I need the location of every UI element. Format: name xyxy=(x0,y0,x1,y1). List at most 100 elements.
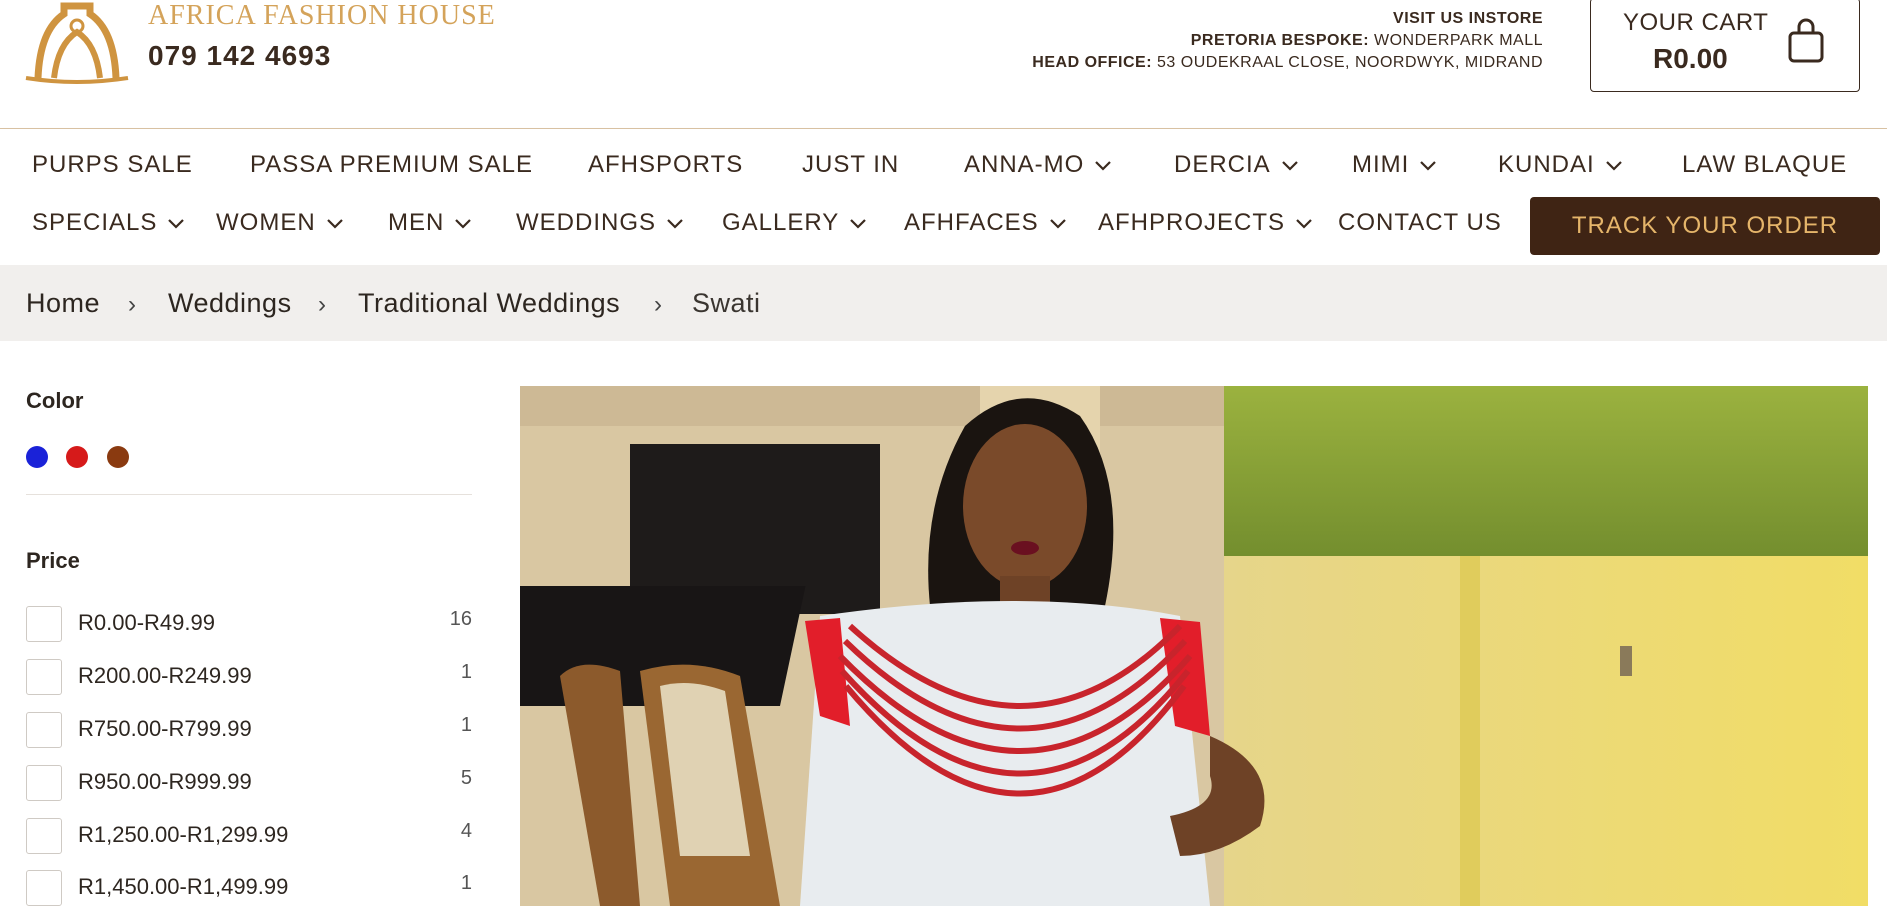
price-checkbox[interactable] xyxy=(26,870,62,906)
nav-just-in[interactable]: JUST IN xyxy=(802,151,899,179)
filter-divider xyxy=(26,494,472,495)
price-range-label: R750.00-R799.99 xyxy=(78,716,252,741)
pretoria-line: PRETORIA BESPOKE: WONDERPARK MALL xyxy=(1032,30,1543,52)
nav-label: AFHSPORTS xyxy=(588,151,744,178)
price-range-label: R0.00-R49.99 xyxy=(78,610,215,635)
price-checkbox[interactable] xyxy=(26,712,62,748)
chevron-down-icon xyxy=(1049,219,1066,229)
price-count: 1 xyxy=(460,714,472,736)
price-option[interactable]: R750.00-R799.99 1 xyxy=(26,708,472,748)
nav-label: GALLERY xyxy=(722,209,840,236)
price-checkbox[interactable] xyxy=(26,818,62,854)
visit-instore: VISIT US INSTORE xyxy=(1393,10,1543,27)
nav-purps-sale[interactable]: PURPS SALE xyxy=(32,151,193,179)
nav-label: LAW BLAQUE xyxy=(1682,151,1848,178)
nav-label: AFHFACES xyxy=(904,209,1039,236)
nav-specials[interactable]: SPECIALS xyxy=(32,209,185,237)
brand-name[interactable]: AFRICA FASHION HOUSE xyxy=(148,0,496,32)
breadcrumb-traditional-weddings[interactable]: Traditional Weddings xyxy=(358,288,620,319)
nav-afhfaces[interactable]: AFHFACES xyxy=(904,209,1067,237)
price-range-label: R1,250.00-R1,299.99 xyxy=(78,822,289,847)
breadcrumb-separator-icon: › xyxy=(654,291,662,318)
nav-kundai[interactable]: KUNDAI xyxy=(1498,151,1623,179)
nav-label: CONTACT US xyxy=(1338,209,1502,236)
price-range-label: R950.00-R999.99 xyxy=(78,769,252,794)
breadcrumb-home[interactable]: Home xyxy=(26,288,100,319)
chevron-down-icon xyxy=(168,219,185,229)
logo-icon[interactable] xyxy=(24,0,130,84)
nav-label: SPECIALS xyxy=(32,209,158,236)
price-range-label: R200.00-R249.99 xyxy=(78,663,252,688)
phone-number[interactable]: 079 142 4693 xyxy=(148,40,331,72)
shopping-bag-icon xyxy=(1788,18,1824,63)
nav-anna-mo[interactable]: ANNA-MO xyxy=(964,151,1112,179)
product-photo-illustration xyxy=(520,386,1868,906)
track-order-button[interactable]: TRACK YOUR ORDER xyxy=(1530,197,1880,255)
nav-label: KUNDAI xyxy=(1498,151,1595,178)
price-count: 1 xyxy=(460,872,472,894)
price-checkbox[interactable] xyxy=(26,765,62,801)
nav-label: PASSA PREMIUM SALE xyxy=(250,151,533,178)
nav-afhprojects[interactable]: AFHPROJECTS xyxy=(1098,209,1313,237)
nav-label: MIMI xyxy=(1352,151,1410,178)
price-count: 4 xyxy=(460,820,472,842)
store-info: VISIT US INSTORE PRETORIA BESPOKE: WONDE… xyxy=(1032,8,1543,74)
office-value: 53 OUDEKRAAL CLOSE, NOORDWYK, MIDRAND xyxy=(1157,54,1543,71)
price-checkbox[interactable] xyxy=(26,606,62,642)
nav-passa-premium-sale[interactable]: PASSA PREMIUM SALE xyxy=(250,151,533,179)
cart-total: R0.00 xyxy=(1653,43,1728,74)
cart-label: YOUR CART xyxy=(1623,9,1769,36)
price-option[interactable]: R1,250.00-R1,299.99 4 xyxy=(26,814,472,854)
site-header: AFRICA FASHION HOUSE 079 142 4693 VISIT … xyxy=(0,0,1887,129)
nav-label: MEN xyxy=(388,209,445,236)
price-count: 5 xyxy=(460,767,472,789)
price-option[interactable]: R0.00-R49.99 16 xyxy=(26,602,472,642)
nav-label: WEDDINGS xyxy=(516,209,656,236)
price-option[interactable]: R200.00-R249.99 1 xyxy=(26,655,472,695)
color-swatch-brown[interactable] xyxy=(107,446,129,468)
chevron-down-icon xyxy=(1605,161,1622,171)
price-option[interactable]: R950.00-R999.99 5 xyxy=(26,761,472,801)
price-count: 1 xyxy=(460,661,472,683)
color-swatch-blue[interactable] xyxy=(26,446,48,468)
price-filter-title: Price xyxy=(26,548,80,573)
nav-mimi[interactable]: MIMI xyxy=(1352,151,1437,179)
nav-afhsports[interactable]: AFHSPORTS xyxy=(588,151,743,179)
chevron-down-icon xyxy=(1281,161,1298,171)
price-option[interactable]: R1,450.00-R1,499.99 1 xyxy=(26,866,472,906)
pretoria-label: PRETORIA BESPOKE: xyxy=(1190,32,1370,49)
price-checkbox[interactable] xyxy=(26,659,62,695)
breadcrumb: Home › Weddings › Traditional Weddings ›… xyxy=(0,265,1887,341)
chevron-down-icon xyxy=(850,219,867,229)
chevron-down-icon xyxy=(1420,161,1437,171)
nav-law-blaque[interactable]: LAW BLAQUE xyxy=(1682,151,1847,179)
chevron-down-icon xyxy=(1296,219,1312,229)
color-filter-title: Color xyxy=(26,388,84,413)
chevron-down-icon xyxy=(667,219,683,229)
color-swatch-red[interactable] xyxy=(66,446,88,468)
nav-label: DERCIA xyxy=(1174,151,1271,178)
nav-women[interactable]: WOMEN xyxy=(216,209,344,237)
breadcrumb-separator-icon: › xyxy=(318,291,326,318)
nav-gallery[interactable]: GALLERY xyxy=(722,209,867,237)
pretoria-value: WONDERPARK MALL xyxy=(1373,32,1543,49)
nav-men[interactable]: MEN xyxy=(388,209,472,237)
nav-weddings[interactable]: WEDDINGS xyxy=(516,209,684,237)
cart-button[interactable]: YOUR CART R0.00 xyxy=(1590,0,1860,92)
nav-label: JUST IN xyxy=(802,151,900,178)
price-range-label: R1,450.00-R1,499.99 xyxy=(78,874,289,899)
breadcrumb-separator-icon: › xyxy=(128,291,136,318)
price-count: 16 xyxy=(449,608,472,630)
breadcrumb-current: Swati xyxy=(692,288,761,318)
nav-label: WOMEN xyxy=(216,209,316,236)
nav-label: PURPS SALE xyxy=(32,151,193,178)
nav-contact-us[interactable]: CONTACT US xyxy=(1338,209,1502,237)
nav-label: AFHPROJECTS xyxy=(1098,209,1286,236)
breadcrumb-weddings[interactable]: Weddings xyxy=(168,288,292,319)
product-image[interactable] xyxy=(520,386,1868,906)
chevron-down-icon xyxy=(1095,161,1112,171)
nav-dercia[interactable]: DERCIA xyxy=(1174,151,1299,179)
chevron-down-icon xyxy=(455,219,472,229)
nav-label: ANNA-MO xyxy=(964,151,1085,178)
chevron-down-icon xyxy=(326,219,343,229)
